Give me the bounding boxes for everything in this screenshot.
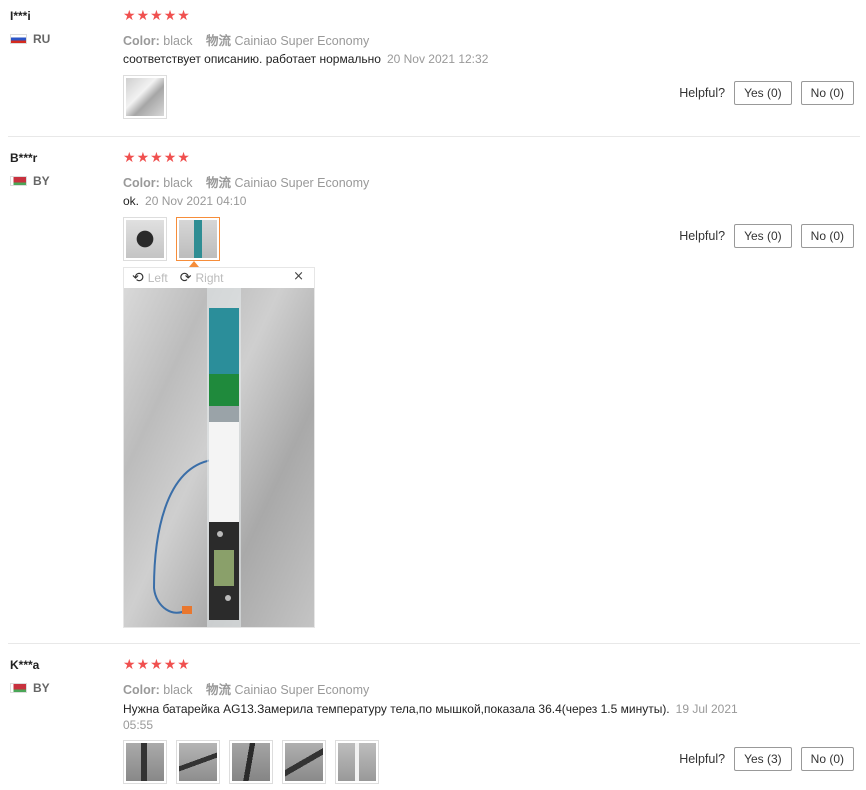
review-time: 05:55 — [123, 718, 154, 732]
star-icon: ★ — [123, 657, 136, 673]
review-text: Нужна батарейка AG13.Замерила температур… — [123, 701, 763, 733]
reviewer-country: BY — [10, 681, 50, 695]
review-photo-thumbnail[interactable] — [335, 740, 379, 784]
helpful-label: Helpful? — [679, 752, 726, 766]
review-photo-thumbnail[interactable] — [282, 740, 326, 784]
review-body: Нужна батарейка AG13.Замерила температур… — [123, 702, 670, 716]
star-icon: ★ — [136, 657, 150, 673]
review-date: 19 Jul 2021 — [675, 702, 738, 716]
star-icon: ★ — [177, 657, 190, 673]
shipping-value: Cainiao Super Economy — [234, 683, 370, 697]
star-rating: ★ ★ ★ ★ ★ — [123, 658, 190, 672]
helpful-no-button[interactable]: No (0) — [800, 747, 854, 771]
review-photo-thumbnail[interactable] — [176, 740, 220, 784]
helpful-vote: Helpful? Yes (3) No (0) — [679, 747, 854, 771]
color-value: black — [163, 683, 193, 697]
review-photo-thumbnail[interactable] — [123, 740, 167, 784]
helpful-yes-button[interactable]: Yes (3) — [734, 747, 792, 771]
review-3: K***a BY ★ ★ ★ ★ ★ Color: black 物流 Caini… — [0, 0, 862, 790]
reviewer-name: K***a — [10, 658, 40, 672]
star-icon: ★ — [163, 657, 177, 673]
review-photos — [123, 740, 379, 784]
country-code: BY — [33, 681, 50, 695]
review-meta: Color: black 物流 Cainiao Super Economy — [123, 679, 369, 698]
shipping-label: 物流 — [205, 683, 231, 697]
star-icon: ★ — [150, 657, 163, 673]
review-photo-thumbnail[interactable] — [229, 740, 273, 784]
belarus-flag-icon — [10, 683, 27, 693]
color-label: Color: — [123, 683, 160, 697]
